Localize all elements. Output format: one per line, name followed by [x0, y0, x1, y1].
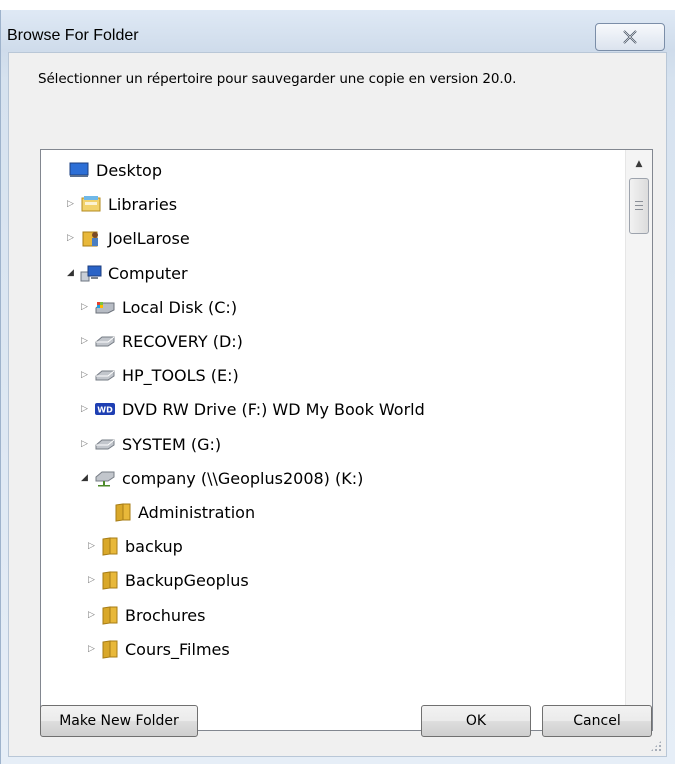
local-disk-icon: [93, 297, 117, 317]
svg-text:WD: WD: [97, 406, 113, 415]
instruction-text: Sélectionner un répertoire pour sauvegar…: [38, 71, 517, 87]
tree-item[interactable]: ▷ JoelLarose: [65, 223, 190, 253]
tree-item-label: Libraries: [108, 194, 178, 214]
drive-icon: [93, 331, 117, 351]
resize-grip-icon[interactable]: [650, 740, 662, 752]
folder-icon: [100, 605, 120, 625]
wd-drive-icon: WD: [93, 399, 117, 419]
ok-button[interactable]: OK: [421, 705, 531, 737]
title-bar: Browse For Folder: [0, 10, 675, 51]
folder-icon: [100, 536, 120, 556]
folder-icon: [100, 639, 120, 659]
scroll-up-arrow-icon[interactable]: ▲: [626, 154, 652, 174]
tree-item[interactable]: ▷ RECOVERY (D:): [79, 326, 243, 356]
tree-item[interactable]: ▷ Local Disk (C:): [79, 292, 237, 322]
expand-arrow-icon[interactable]: ▷: [79, 302, 90, 313]
tree-item-label: JoelLarose: [108, 228, 190, 248]
user-folder-icon: [79, 228, 103, 248]
tree-item[interactable]: ▷ backup: [86, 531, 183, 561]
expand-arrow-icon[interactable]: ▷: [65, 199, 76, 210]
cancel-button[interactable]: Cancel: [542, 705, 652, 737]
tree-item-label: HP_TOOLS (E:): [122, 365, 239, 385]
tree-item-label: backup: [125, 536, 183, 556]
tree-item[interactable]: Administration: [99, 497, 255, 527]
scroll-thumb[interactable]: [629, 178, 649, 234]
expand-arrow-icon[interactable]: ▷: [86, 541, 97, 552]
expand-arrow-icon[interactable]: ▷: [79, 370, 90, 381]
expand-arrow-icon[interactable]: ▷: [86, 575, 97, 586]
tree-item[interactable]: ▷ Brochures: [86, 600, 205, 630]
folder-tree: Desktop ▷ Libraries ▷ JoelLarose ◢ Computer ▷ Lo…: [41, 150, 624, 730]
libraries-icon: [79, 194, 103, 214]
window-title: Browse For Folder: [7, 27, 139, 44]
scroll-grip-line: [635, 209, 643, 210]
tree-item[interactable]: ▷ SYSTEM (G:): [79, 429, 221, 459]
tree-item-label: Local Disk (C:): [122, 297, 238, 317]
scroll-grip-line: [635, 201, 643, 202]
tree-item[interactable]: ▷ WD DVD RW Drive (F:) WD My Book World: [79, 394, 425, 424]
tree-item-label: SYSTEM (G:): [122, 434, 222, 454]
drive-icon: [93, 365, 117, 385]
close-button[interactable]: [595, 23, 665, 51]
scroll-grip-line: [635, 205, 643, 206]
tree-item-label: Cours_Filmes: [125, 639, 230, 659]
tree-item[interactable]: ▷ BackupGeoplus: [86, 565, 249, 595]
collapse-arrow-icon[interactable]: ◢: [65, 268, 76, 279]
collapse-arrow-icon[interactable]: ◢: [79, 473, 90, 484]
folder-tree-view[interactable]: Desktop ▷ Libraries ▷ JoelLarose ◢ Computer ▷ Lo…: [40, 149, 653, 731]
close-icon: [623, 30, 637, 44]
tree-item-label: Administration: [138, 502, 256, 522]
computer-icon: [79, 263, 103, 283]
expand-arrow-icon[interactable]: ▷: [79, 336, 90, 347]
tree-item[interactable]: ◢ company (\\Geoplus2008) (K:): [79, 463, 363, 493]
desktop-icon: [67, 160, 91, 180]
folder-icon: [100, 570, 120, 590]
tree-item-label: company (\\Geoplus2008) (K:): [122, 468, 364, 488]
tree-item-label: Desktop: [96, 160, 162, 180]
tree-item[interactable]: ▷ Libraries: [65, 189, 177, 219]
tree-item[interactable]: ▷ Cours_Filmes: [86, 634, 230, 664]
tree-item-label: Computer: [108, 263, 188, 283]
drive-icon: [93, 434, 117, 454]
tree-item-label: RECOVERY (D:): [122, 331, 243, 351]
tree-item-label: DVD RW Drive (F:) WD My Book World: [122, 399, 425, 419]
folder-icon: [113, 502, 133, 522]
tree-item[interactable]: ▷ HP_TOOLS (E:): [79, 360, 239, 390]
tree-item[interactable]: ◢ Computer: [65, 258, 188, 288]
tree-item-label: BackupGeoplus: [125, 570, 249, 590]
expand-arrow-icon[interactable]: ▷: [86, 610, 97, 621]
network-drive-icon: [93, 468, 117, 488]
tree-item-label: Brochures: [125, 605, 206, 625]
expand-arrow-icon[interactable]: ▷: [86, 644, 97, 655]
dialog-client-area: Sélectionner un répertoire pour sauvegar…: [8, 52, 667, 757]
expand-arrow-icon[interactable]: ▷: [79, 404, 90, 415]
tree-item[interactable]: Desktop: [53, 155, 162, 185]
vertical-scrollbar[interactable]: ▲ ▼: [625, 150, 652, 730]
expand-arrow-icon[interactable]: ▷: [65, 233, 76, 244]
expand-arrow-icon[interactable]: ▷: [79, 439, 90, 450]
make-new-folder-button[interactable]: Make New Folder: [40, 705, 198, 737]
